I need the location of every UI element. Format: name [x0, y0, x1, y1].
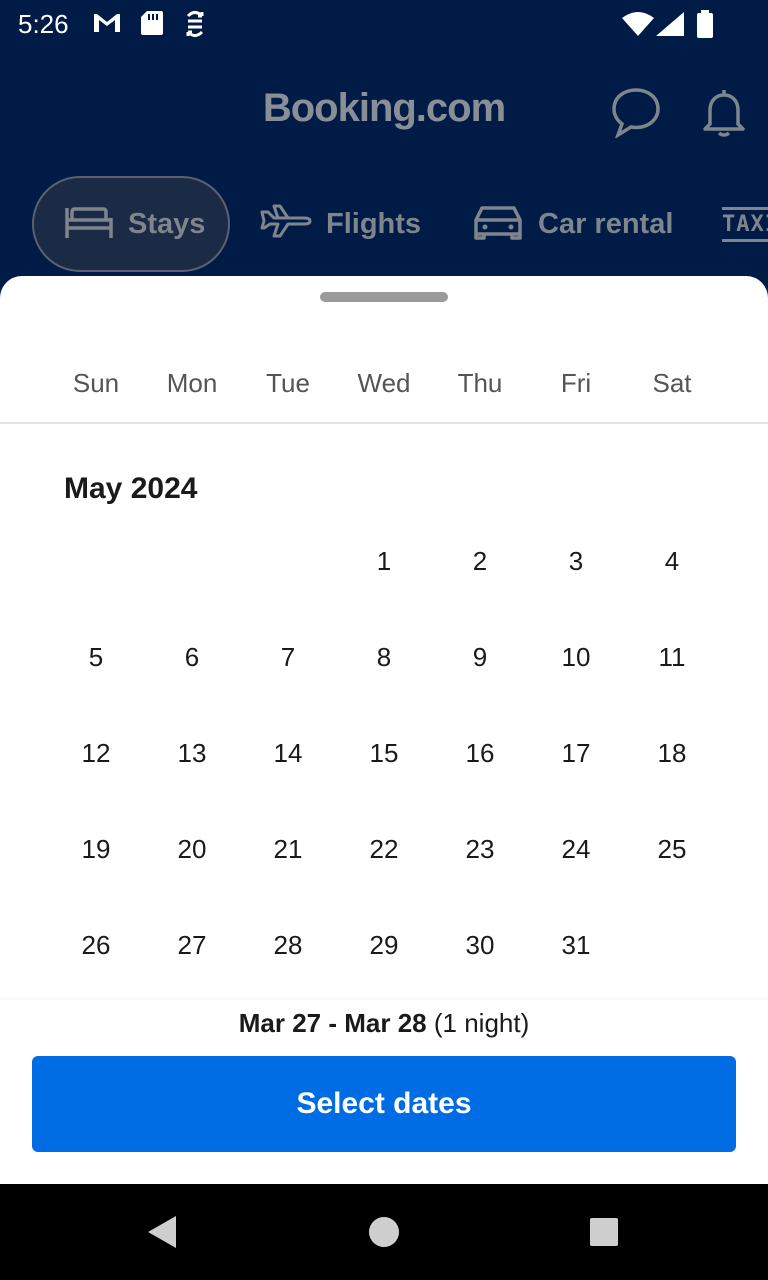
battery-icon — [696, 10, 714, 43]
date-picker-sheet: Sun Mon Tue Wed Thu Fri Sat May 2024 123… — [0, 276, 768, 1184]
weekday-label: Fri — [560, 368, 592, 398]
tab-car-rental[interactable]: Car rental — [472, 176, 673, 272]
calendar-day[interactable]: 11 — [624, 637, 720, 677]
calendar-day[interactable]: 10 — [528, 637, 624, 677]
calendar-day[interactable]: 18 — [624, 733, 720, 773]
calendar-day[interactable]: 20 — [144, 829, 240, 869]
weekday-label: Sun — [72, 368, 120, 398]
calendar-day[interactable]: 1 — [336, 541, 432, 581]
calendar-day[interactable]: 14 — [240, 733, 336, 773]
calendar-day[interactable]: 31 — [528, 925, 624, 965]
status-bar: 5:26 — [0, 0, 768, 48]
weekday-label: Thu — [457, 368, 503, 398]
sync-icon — [182, 10, 208, 43]
month-title: May 2024 — [64, 472, 198, 505]
calendar-day[interactable]: 22 — [336, 829, 432, 869]
calendar-day[interactable]: 6 — [144, 637, 240, 677]
tab-flights-label: Flights — [326, 207, 422, 240]
bell-icon[interactable] — [700, 86, 748, 143]
calendar-day[interactable]: 2 — [432, 541, 528, 581]
calendar-day[interactable]: 30 — [432, 925, 528, 965]
weekday-label: Mon — [166, 368, 218, 398]
date-summary: Mar 27 - Mar 28 (1 night) — [0, 1008, 768, 1039]
chat-icon[interactable] — [610, 86, 662, 143]
calendar-day[interactable]: 13 — [144, 733, 240, 773]
select-dates-button[interactable]: Select dates — [32, 1056, 736, 1152]
calendar-day[interactable]: 26 — [48, 925, 144, 965]
app-header: Booking.com Stays Flights Car rental TAX… — [0, 48, 768, 288]
system-nav-bar — [0, 1184, 768, 1280]
calendar-day[interactable]: 9 — [432, 637, 528, 677]
calendar-day[interactable]: 23 — [432, 829, 528, 869]
calendar-day[interactable]: 21 — [240, 829, 336, 869]
calendar-day[interactable]: 3 — [528, 541, 624, 581]
weekday-label: Wed — [357, 368, 411, 398]
sheet-drag-handle[interactable] — [320, 292, 448, 302]
tab-car-rental-label: Car rental — [538, 207, 674, 240]
calendar-day[interactable]: 8 — [336, 637, 432, 677]
status-time: 5:26 — [18, 9, 69, 39]
back-icon[interactable] — [144, 1212, 180, 1257]
gmail-icon — [92, 10, 122, 41]
tab-taxi[interactable]: TAXI — [722, 176, 768, 272]
calendar-day[interactable]: 12 — [48, 733, 144, 773]
calendar-day[interactable]: 25 — [624, 829, 720, 869]
calendar-day[interactable]: 24 — [528, 829, 624, 869]
travel-tabs: Stays Flights Car rental TAXI — [0, 176, 768, 272]
home-icon[interactable] — [366, 1212, 402, 1257]
signal-icon — [656, 12, 684, 41]
calendar-day[interactable]: 5 — [48, 637, 144, 677]
weekday-label: Tue — [266, 368, 310, 398]
calendar-day[interactable]: 29 — [336, 925, 432, 965]
date-range: Mar 27 - Mar 28 — [238, 1008, 427, 1038]
weekday-header: Sun Mon Tue Wed Thu Fri Sat — [0, 368, 768, 408]
bed-icon — [64, 200, 128, 248]
sd-card-icon — [140, 10, 164, 41]
wifi-icon — [622, 12, 654, 41]
tab-stays-label: Stays — [128, 207, 206, 240]
recents-icon[interactable] — [586, 1212, 622, 1257]
calendar-day[interactable]: 16 — [432, 733, 528, 773]
tab-stays[interactable]: Stays — [32, 176, 230, 272]
calendar-day[interactable]: 27 — [144, 925, 240, 965]
calendar-day[interactable]: 28 — [240, 925, 336, 965]
divider — [0, 422, 768, 424]
weekday-label: Sat — [652, 368, 692, 398]
plane-icon — [260, 200, 326, 248]
car-icon — [472, 200, 538, 248]
tab-flights[interactable]: Flights — [260, 176, 421, 272]
calendar-day[interactable]: 7 — [240, 637, 336, 677]
date-footer: Mar 27 - Mar 28 (1 night) Select dates — [0, 1000, 768, 1184]
calendar-day[interactable]: 15 — [336, 733, 432, 773]
night-count: (1 night) — [433, 1008, 530, 1038]
calendar-day[interactable]: 19 — [48, 829, 144, 869]
taxi-icon: TAXI — [722, 206, 768, 242]
calendar-day[interactable]: 17 — [528, 733, 624, 773]
calendar-day[interactable]: 4 — [624, 541, 720, 581]
